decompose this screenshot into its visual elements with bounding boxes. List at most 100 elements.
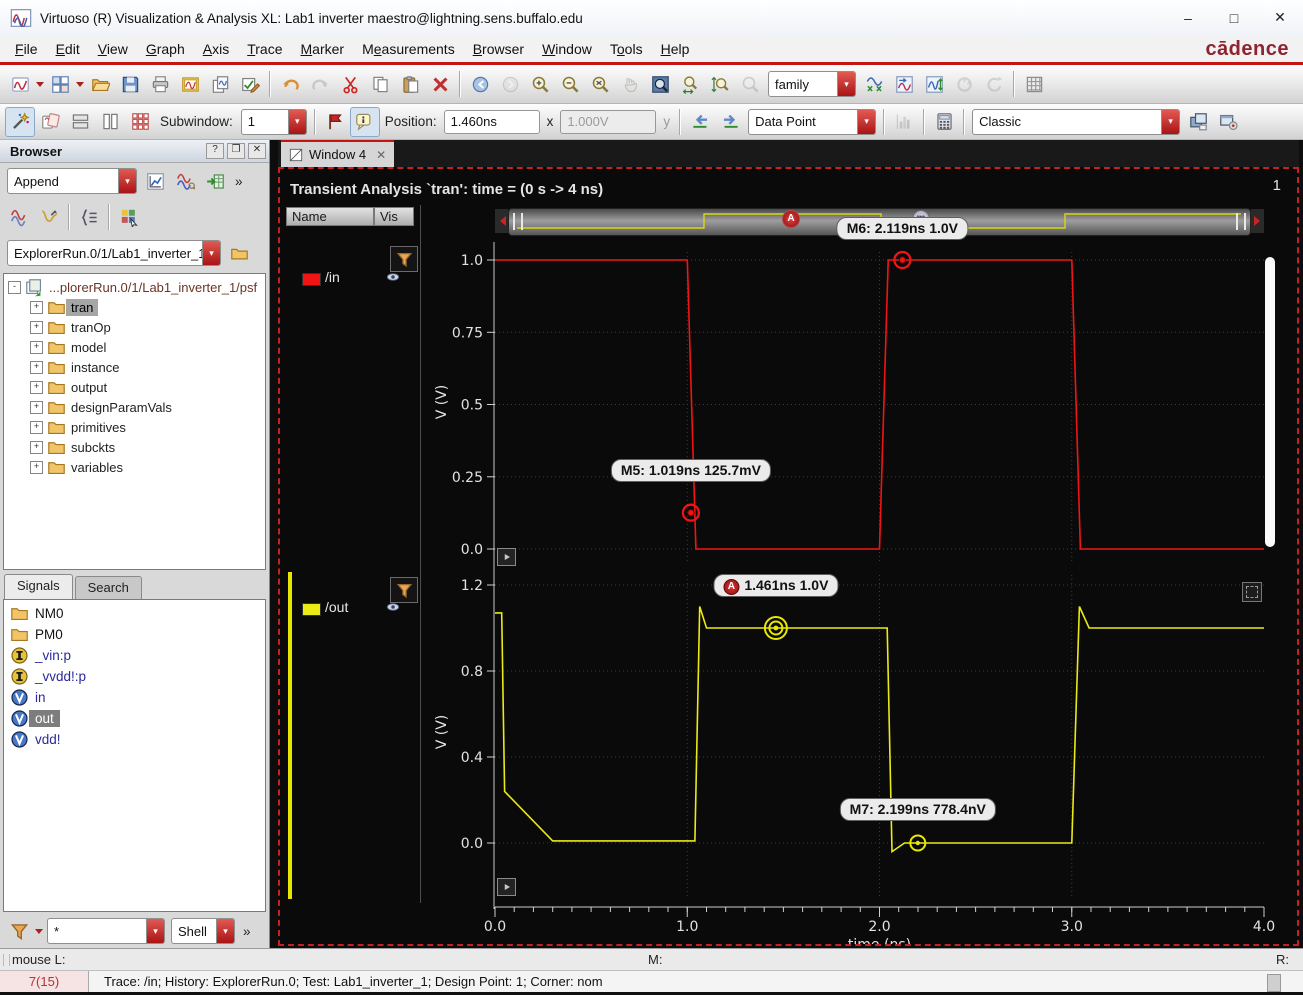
subwindow-combo[interactable]: 1▾ [241, 109, 307, 135]
resize-grip[interactable] [1267, 974, 1281, 992]
position-x-input[interactable] [444, 110, 540, 134]
plot-waves-button[interactable] [4, 202, 34, 232]
plot-mode-combo[interactable]: Append▾ [7, 168, 137, 194]
menu-window[interactable]: Window [533, 36, 601, 62]
combo-arrow-icon[interactable]: ▾ [1161, 110, 1179, 134]
in-animate-play-icon[interactable] [497, 548, 516, 566]
menu-view[interactable]: View [89, 36, 137, 62]
tree-item-output[interactable]: +output [4, 377, 265, 397]
menu-file[interactable]: File [6, 36, 47, 62]
tree-item-primitives[interactable]: +primitives [4, 417, 265, 437]
window-options-button[interactable] [1213, 107, 1243, 137]
strip-vertical-button[interactable] [95, 107, 125, 137]
combo-arrow-icon[interactable]: ▾ [146, 919, 164, 943]
signal-item-NM0[interactable]: NM0 [4, 603, 265, 624]
tree-item-subckts[interactable]: +subckts [4, 437, 265, 457]
combo-arrow-icon[interactable]: ▾ [118, 169, 136, 193]
pick-signal-button[interactable] [34, 202, 64, 232]
edit-properties-button[interactable] [235, 69, 265, 99]
save-button[interactable] [115, 69, 145, 99]
overview-marker-a-badge[interactable]: A [782, 210, 800, 228]
redo-button[interactable] [305, 69, 335, 99]
zoom-x-button[interactable] [585, 69, 615, 99]
minimize-button[interactable]: – [1165, 0, 1211, 35]
expand-icon[interactable]: + [30, 461, 43, 474]
pan-button[interactable] [615, 69, 645, 99]
reload-results-button[interactable] [979, 69, 1009, 99]
undock-icon[interactable]: ❐ [227, 143, 245, 159]
combo-arrow-icon[interactable]: ▾ [837, 72, 855, 96]
signal-item-out[interactable]: out [4, 708, 265, 729]
menu-measurements[interactable]: Measurements [353, 36, 464, 62]
strip-horizontal-button[interactable] [65, 107, 95, 137]
out-animate-play-icon[interactable] [497, 878, 516, 896]
close-panel-icon[interactable]: ✕ [248, 143, 266, 159]
tree-item-tran[interactable]: +tran [4, 297, 265, 317]
signal-item-_vin:p[interactable]: _vin:p [4, 645, 265, 666]
menu-edit[interactable]: Edit [47, 36, 89, 62]
next-point-button[interactable] [715, 107, 745, 137]
zoom-region-button[interactable] [735, 69, 765, 99]
next-view-button[interactable] [495, 69, 525, 99]
signal-item-PM0[interactable]: PM0 [4, 624, 265, 645]
dropdown-arrow-icon[interactable] [75, 71, 85, 97]
print-button[interactable] [145, 69, 175, 99]
menu-axis[interactable]: Axis [194, 36, 238, 62]
tab-signals[interactable]: Signals [4, 574, 73, 599]
maximize-button[interactable]: □ [1211, 0, 1257, 35]
strip-options-icon[interactable] [1242, 582, 1262, 602]
tree-item-designParamVals[interactable]: +designParamVals [4, 397, 265, 417]
paste-button[interactable] [395, 69, 425, 99]
menu-browser[interactable]: Browser [464, 36, 533, 62]
dropdown-arrow-icon[interactable] [35, 71, 45, 97]
expand-icon[interactable]: + [30, 381, 43, 394]
filter-combo[interactable]: *▾ [47, 918, 165, 944]
tree-item-instance[interactable]: +instance [4, 357, 265, 377]
previous-view-button[interactable] [465, 69, 495, 99]
combo-arrow-icon[interactable]: ▾ [288, 110, 306, 134]
combo-arrow-icon[interactable]: ▾ [857, 110, 875, 134]
update-results-button[interactable] [949, 69, 979, 99]
mouse-mode-combo[interactable]: Data Point▾ [748, 109, 876, 135]
marker-label-A[interactable]: A1.461ns 1.0V [713, 574, 838, 597]
undo-button[interactable] [275, 69, 305, 99]
probe-cards-button[interactable] [35, 107, 65, 137]
data-table-button[interactable] [1019, 69, 1049, 99]
filter-funnel-button[interactable] [4, 916, 34, 946]
vertical-scrollbar-thumb[interactable] [1265, 257, 1275, 547]
zoom-in-button[interactable] [525, 69, 555, 99]
signal-item-in[interactable]: in [4, 687, 265, 708]
cut-button[interactable] [335, 69, 365, 99]
tree-item-tranOp[interactable]: +tranOp [4, 317, 265, 337]
open-results-button[interactable] [224, 238, 254, 268]
family-combo[interactable]: family▾ [768, 71, 856, 97]
menu-trace[interactable]: Trace [238, 36, 291, 62]
graph-canvas[interactable]: Transient Analysis `tran': time = (0 s -… [278, 167, 1299, 946]
menu-tools[interactable]: Tools [601, 36, 652, 62]
plot-table-button[interactable] [114, 202, 144, 232]
calculator-button[interactable] [929, 107, 959, 137]
combo-arrow-icon[interactable]: ▾ [202, 241, 220, 265]
browse-waveforms-button[interactable] [170, 166, 200, 196]
expand-icon[interactable]: + [30, 341, 43, 354]
new-graph-button[interactable] [5, 69, 35, 99]
window-layout-button[interactable] [45, 69, 75, 99]
collapse-icon[interactable]: - [8, 281, 21, 294]
dropdown-arrow-icon[interactable] [34, 918, 44, 944]
marker-label-M5[interactable]: M5: 1.019ns 125.7mV [611, 459, 771, 482]
tree-item-model[interactable]: +model [4, 337, 265, 357]
copy-graph-button[interactable] [205, 69, 235, 99]
expand-icon[interactable]: + [30, 421, 43, 434]
new-chart-button[interactable] [140, 166, 170, 196]
copy-button[interactable] [365, 69, 395, 99]
appearance-combo[interactable]: Classic▾ [972, 109, 1180, 135]
expressions-list-button[interactable] [74, 202, 104, 232]
zoom-fit-button[interactable] [645, 69, 675, 99]
strip-grid-button[interactable] [125, 107, 155, 137]
save-image-button[interactable] [175, 69, 205, 99]
zoom-out-button[interactable] [555, 69, 585, 99]
delete-button[interactable] [425, 69, 455, 99]
tab-search[interactable]: Search [75, 576, 142, 599]
menu-marker[interactable]: Marker [292, 36, 354, 62]
close-button[interactable]: ✕ [1257, 0, 1303, 35]
